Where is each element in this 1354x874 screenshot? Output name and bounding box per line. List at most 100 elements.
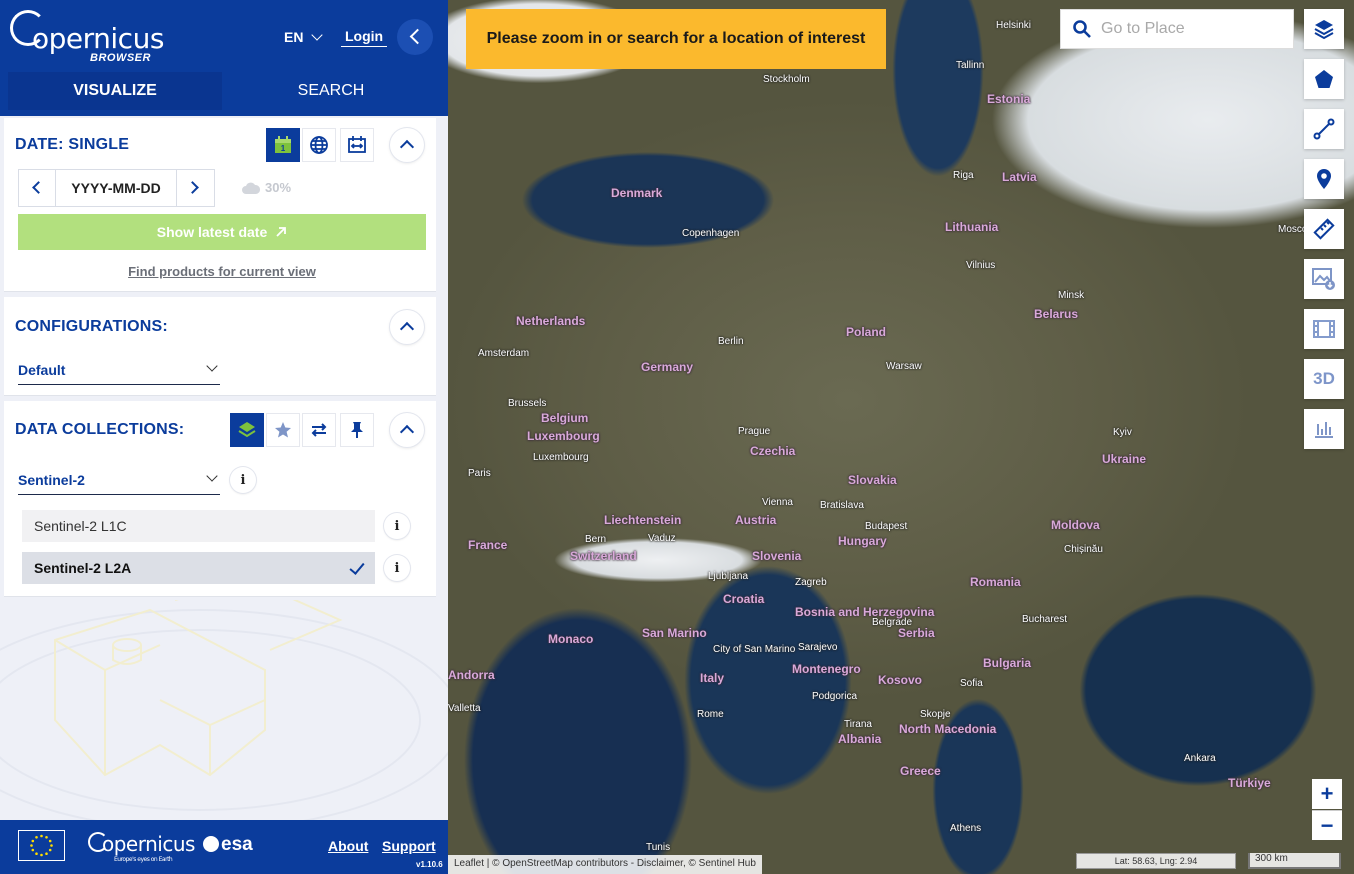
search-input[interactable] — [1101, 20, 1281, 38]
map-city-label: Berlin — [718, 336, 744, 347]
language-label: EN — [284, 29, 304, 45]
map-city-label: Sofia — [960, 678, 983, 689]
3d-view-tool-button[interactable]: 3D — [1304, 359, 1344, 399]
image-download-icon — [1312, 268, 1335, 290]
copernicus-footer-logo[interactable]: opernicus Europe's eyes on Earth — [88, 832, 195, 863]
login-link[interactable]: Login — [341, 28, 388, 47]
collection-selected-value: Sentinel-2 — [18, 471, 85, 488]
collection-select[interactable]: Sentinel-2 — [18, 465, 220, 495]
map-city-label: Tunis — [646, 842, 671, 853]
map-city-label: Kyiv — [1113, 427, 1132, 438]
download-image-tool-button[interactable] — [1304, 259, 1344, 299]
map-country-label: Poland — [846, 325, 887, 339]
next-date-button[interactable] — [177, 170, 213, 206]
go-to-place-search[interactable] — [1060, 9, 1294, 49]
place-marker-tool-button[interactable] — [1304, 159, 1344, 199]
map-country-label: Germany — [641, 360, 694, 374]
map-city-label: Athens — [950, 823, 982, 834]
pentagon-icon — [1315, 70, 1333, 88]
l1c-info-button[interactable]: i — [384, 513, 410, 539]
timelapse-tool-button[interactable] — [1304, 309, 1344, 349]
collapse-configurations-button[interactable] — [390, 310, 424, 344]
map-city-label: Belgrade — [872, 617, 913, 628]
favorite-collections-button[interactable] — [266, 413, 300, 447]
tab-visualize[interactable]: VISUALIZE — [8, 72, 222, 110]
about-link[interactable]: About — [328, 838, 368, 854]
l2a-info-button[interactable]: i — [384, 555, 410, 581]
pin-collections-button[interactable] — [340, 413, 374, 447]
chevron-down-icon — [311, 28, 324, 41]
collapse-sidebar-button[interactable] — [397, 19, 433, 55]
chevron-up-icon — [399, 321, 415, 337]
zoom-in-button[interactable]: + — [1312, 779, 1342, 809]
map-city-label: Budapest — [865, 521, 908, 532]
map-city-label: Minsk — [1058, 290, 1085, 301]
map-city-label: Paris — [468, 468, 491, 479]
map-country-label: Estonia — [987, 92, 1031, 106]
map-country-label: Bulgaria — [983, 656, 1032, 670]
sidebar: opernicus BROWSER EN Login VISUALIZE SEA… — [0, 0, 448, 874]
collection-sentinel-2-l1c[interactable]: Sentinel-2 L1C — [22, 510, 375, 542]
collapse-date-panel-button[interactable] — [390, 128, 424, 162]
3d-label: 3D — [1313, 369, 1335, 388]
language-selector[interactable]: EN — [284, 28, 324, 45]
map-country-label: Belgium — [541, 411, 589, 425]
map-city-label: Helsinki — [996, 20, 1032, 31]
show-latest-date-label: Show latest date — [156, 224, 268, 240]
tab-search[interactable]: SEARCH — [222, 72, 440, 110]
draw-line-tool-button[interactable] — [1304, 109, 1344, 149]
draw-polygon-tool-button[interactable] — [1304, 59, 1344, 99]
map-city-label: Bucharest — [1022, 614, 1068, 625]
support-link[interactable]: Support — [382, 838, 436, 854]
measure-tool-button[interactable] — [1304, 209, 1344, 249]
date-input[interactable]: YYYY-MM-DD — [55, 170, 177, 206]
cloud-coverage[interactable]: 30% — [242, 180, 291, 195]
map-city-label: Bratislava — [820, 500, 864, 511]
map-city-label: Ljubljana — [708, 571, 749, 582]
map-attribution[interactable]: Leaflet | © OpenStreetMap contributors -… — [448, 855, 762, 874]
configuration-select[interactable]: Default — [18, 355, 220, 385]
map-country-label: North Macedonia — [899, 722, 997, 736]
mosaic-mode-button[interactable] — [302, 128, 336, 162]
chevron-down-icon — [206, 360, 218, 372]
collection-label: Sentinel-2 L1C — [34, 518, 127, 534]
chevron-up-icon — [399, 139, 415, 155]
map-country-label: Andorra — [448, 668, 495, 682]
single-date-mode-button[interactable]: 1 — [266, 128, 300, 162]
date-panel: DATE: SINGLE 1 YYYY-MM-DD 30% Show lates… — [4, 118, 436, 292]
map-country-label: Belarus — [1034, 307, 1079, 321]
statistics-tool-button[interactable] — [1304, 409, 1344, 449]
map-view[interactable]: Estonia Latvia Lithuania Denmark Belarus Neth… — [448, 0, 1354, 874]
coordinates-readout: Lat: 58.63, Lng: 2.94 — [1076, 853, 1236, 869]
collection-sentinel-2-l2a[interactable]: Sentinel-2 L2A — [22, 552, 375, 584]
eu-stars-icon — [30, 834, 53, 857]
collection-label: Sentinel-2 L2A — [34, 560, 132, 576]
compare-collections-button[interactable] — [302, 413, 336, 447]
map-country-label: Bosnia and Herzegovina — [795, 605, 935, 619]
map-city-label: Chișinău — [1064, 544, 1103, 555]
zoom-out-button[interactable]: − — [1312, 810, 1342, 840]
map-country-label: San Marino — [642, 626, 707, 640]
find-products-link[interactable]: Find products for current view — [4, 264, 440, 279]
map-country-label: Ukraine — [1102, 452, 1147, 466]
eu-flag-logo[interactable] — [18, 830, 65, 861]
copernicus-browser-logo[interactable]: opernicus BROWSER — [10, 8, 164, 64]
svg-text:1: 1 — [281, 144, 286, 153]
map-country-label: Serbia — [898, 626, 935, 640]
collapse-data-collections-button[interactable] — [390, 413, 424, 447]
previous-date-button[interactable] — [19, 170, 55, 206]
map-city-label: Vienna — [762, 497, 793, 508]
version-label: v1.10.6 — [416, 860, 443, 869]
esa-logo[interactable]: esa — [203, 834, 253, 856]
logo-subtitle: BROWSER — [90, 52, 151, 64]
collection-info-button[interactable]: i — [230, 467, 256, 493]
map-country-label: Türkiye — [1228, 776, 1271, 790]
show-latest-date-button[interactable]: Show latest date — [18, 214, 426, 250]
layers-tool-button[interactable] — [1304, 9, 1344, 49]
map-city-label: Warsaw — [886, 361, 922, 372]
checkmark-icon — [349, 559, 365, 575]
map-city-label: Copenhagen — [682, 228, 740, 239]
date-range-mode-button[interactable] — [340, 128, 374, 162]
all-collections-button[interactable] — [230, 413, 264, 447]
cloud-coverage-value: 30% — [265, 180, 292, 195]
